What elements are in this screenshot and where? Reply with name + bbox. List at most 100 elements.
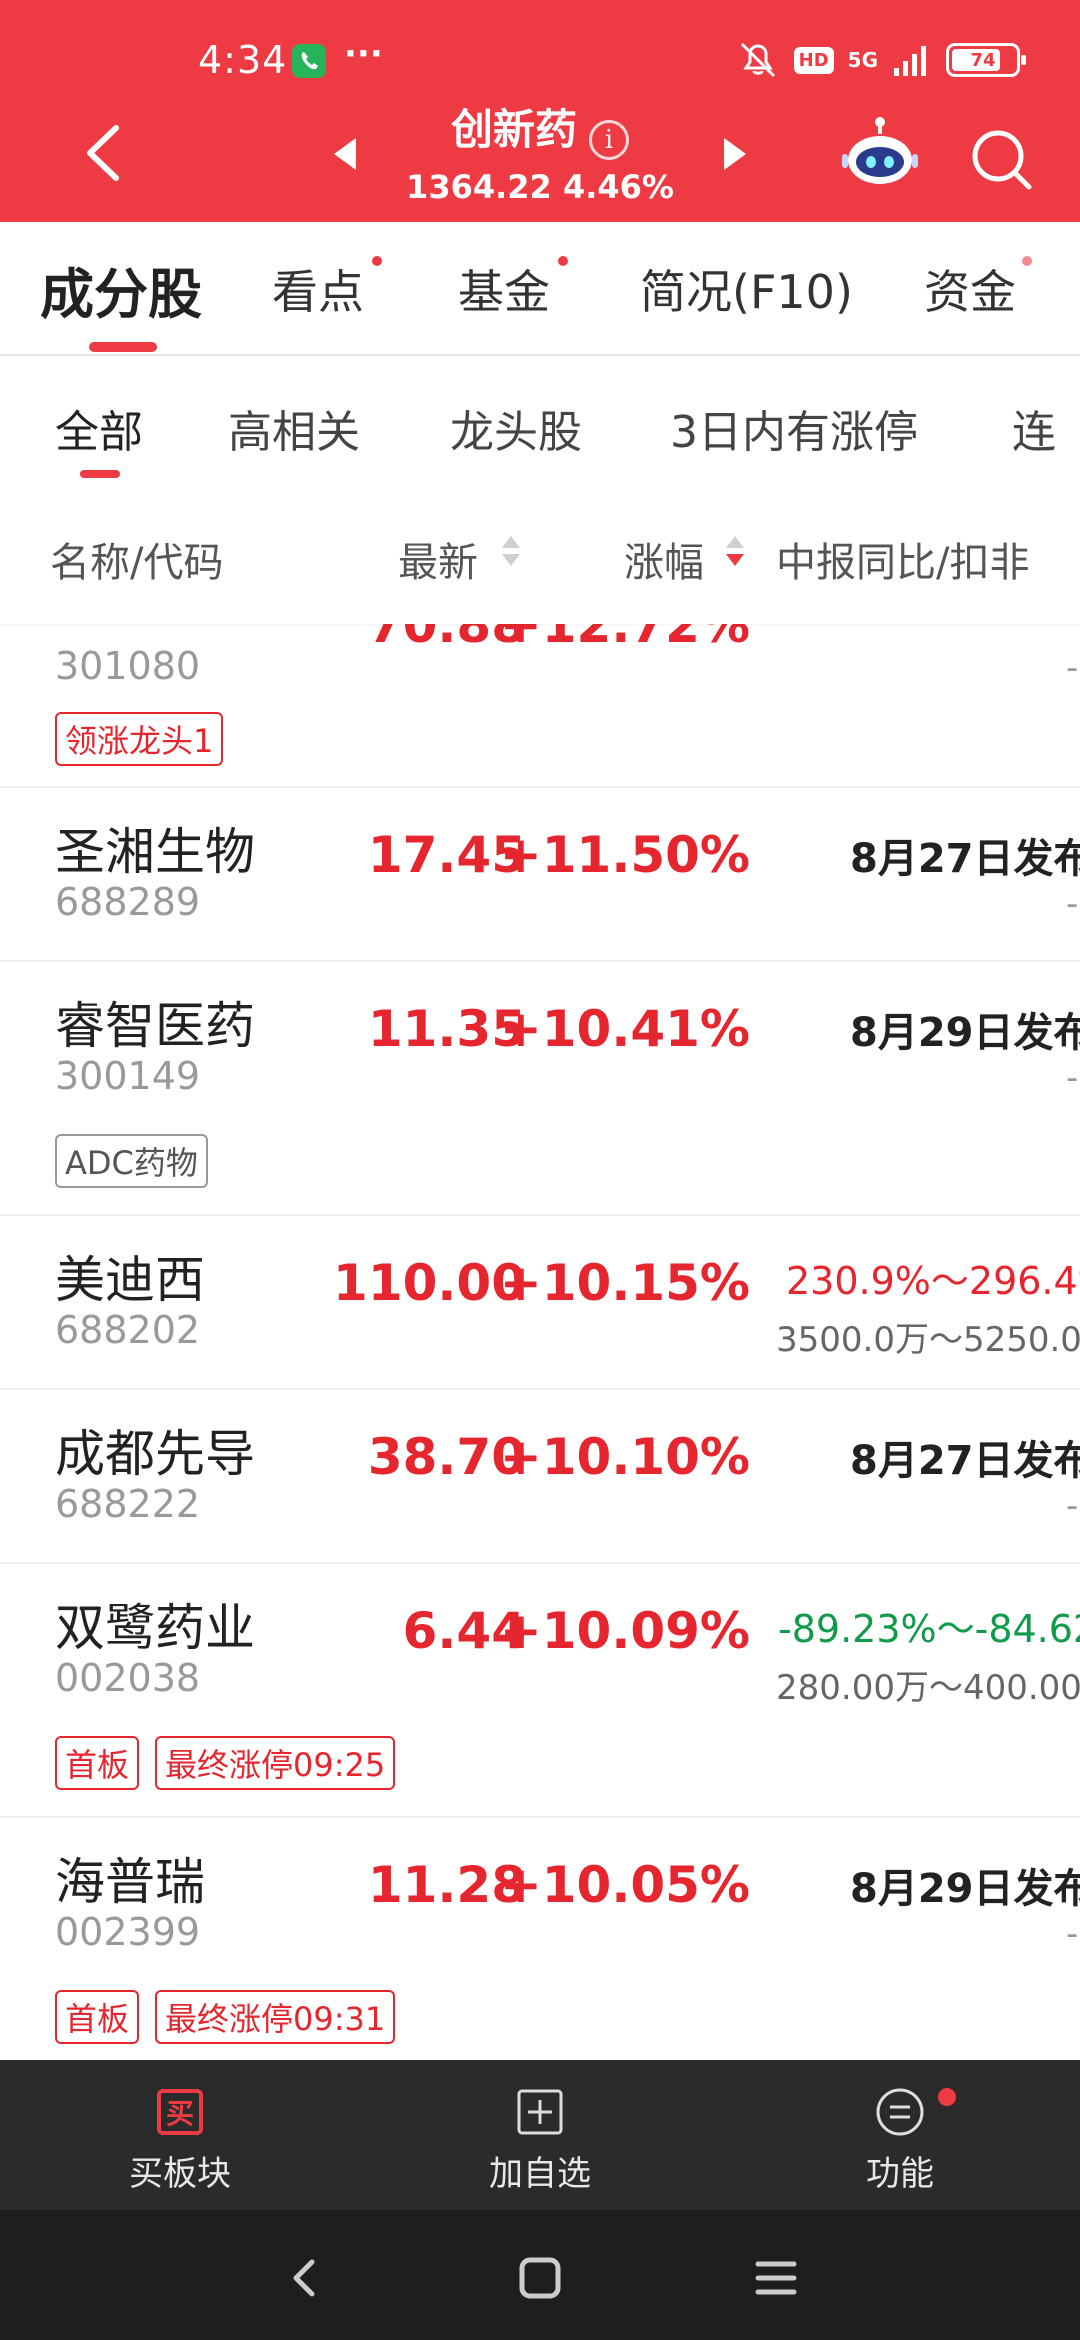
stock-code: 688222 [55, 1482, 201, 1526]
search-icon[interactable] [966, 124, 1036, 194]
table-row[interactable]: 美迪西 688202 110.00 +10.15% 230.9%～296.4% … [0, 1216, 1080, 1390]
functions-label: 功能 [866, 2154, 934, 2194]
stock-list: 70.88 +12.72% 301080 - 领涨龙头1 圣湘生物 688289… [0, 616, 1080, 2060]
battery-icon: 74 [946, 43, 1026, 77]
stock-tag: 首板 [55, 1990, 140, 2044]
stock-change: +10.15% [499, 1254, 750, 1312]
stock-change: +10.05% [499, 1856, 750, 1914]
stock-change: +11.50% [499, 826, 750, 884]
report-date: 8月27日发布 [850, 1438, 1080, 1484]
previous-sector-icon[interactable] [330, 134, 360, 174]
list-top-edge [0, 616, 1080, 624]
stock-name: 美迪西 [55, 1251, 205, 1309]
system-navigation-bar [0, 2210, 1080, 2340]
functions-notification-dot [938, 2088, 956, 2106]
stock-change: +10.41% [499, 1000, 750, 1058]
app-header: 4:34 ··· HD 5G 74 创新药 i 1364.22 4.46% [0, 0, 1080, 222]
signal-icon [894, 46, 926, 76]
col-name-code: 名称/代码 [50, 540, 224, 586]
functions-button[interactable]: 功能 [800, 2086, 1000, 2195]
next-sector-icon[interactable] [720, 134, 750, 174]
sector-index-value: 1364.22 4.46% [406, 168, 674, 206]
system-recents-icon[interactable] [746, 2248, 806, 2308]
report-detail-dash: - [1066, 1914, 1079, 1954]
menu-circle-icon [876, 2088, 924, 2136]
tab-constituents[interactable]: 成分股 [40, 250, 202, 329]
add-watchlist-label: 加自选 [489, 2154, 591, 2194]
sector-title-area[interactable]: 创新药 i [380, 96, 700, 160]
stock-tag: 首板 [55, 1736, 140, 1790]
report-date: 8月27日发布 [850, 836, 1080, 882]
battery-level: 74 [970, 49, 996, 71]
stock-name: 双鹭药业 [55, 1599, 255, 1657]
col-latest-price[interactable]: 最新 [398, 530, 478, 588]
system-home-icon[interactable] [510, 2248, 570, 2308]
stock-code: 688202 [55, 1308, 201, 1352]
tab-funds[interactable]: 基金 [458, 256, 550, 322]
report-profit-range: 3500.0万～5250.0万 [776, 1320, 1080, 1360]
filter-tab-bar: 全部 高相关 龙头股 3日内有涨停 连 [0, 356, 1080, 496]
stock-tag: 最终涨停09:25 [155, 1736, 396, 1790]
mute-alarm-icon [740, 42, 775, 78]
phone-call-icon [292, 44, 326, 78]
stock-code: 002399 [55, 1910, 201, 1954]
robot-assistant-icon[interactable] [840, 112, 920, 192]
capital-notification-dot [1022, 256, 1032, 266]
table-row[interactable]: 成都先导 688222 38.70 +10.10% 8月27日发布 - [0, 1390, 1080, 1564]
column-fade-overlay [1030, 496, 1080, 616]
report-detail-dash: - [1066, 648, 1079, 688]
filter-leaders[interactable]: 龙头股 [450, 396, 582, 460]
col-interim-report[interactable]: 中报同比/扣非 [776, 530, 1029, 588]
status-icons: HD 5G 74 [736, 40, 1026, 80]
buy-sector-button[interactable]: 买 买板块 [80, 2086, 280, 2195]
tab-f10-overview[interactable]: 简况(F10) [640, 256, 853, 322]
filter-all[interactable]: 全部 [55, 396, 143, 460]
buy-sector-label: 买板块 [129, 2154, 231, 2194]
tab-capital[interactable]: 资金 [924, 256, 1016, 322]
tab-highlights[interactable]: 看点 [272, 256, 364, 322]
table-row[interactable]: 双鹭药业 002038 6.44 +10.09% -89.23%～-84.62%… [0, 1564, 1080, 1818]
stock-code: 002038 [55, 1656, 201, 1700]
table-row[interactable]: 睿智医药 300149 11.35 +10.41% 8月29日发布 - ADC药… [0, 962, 1080, 1216]
filter-limit-up-3days[interactable]: 3日内有涨停 [670, 396, 918, 460]
info-icon[interactable]: i [589, 119, 629, 160]
stock-tag: 领涨龙头1 [55, 712, 224, 766]
report-detail-dash: - [1066, 884, 1079, 924]
stock-name: 成都先导 [55, 1425, 255, 1483]
highlights-notification-dot [372, 256, 382, 266]
report-detail-dash: - [1066, 1058, 1079, 1098]
report-growth-range: -89.23%～-84.62% [778, 1607, 1080, 1651]
table-row[interactable]: 圣湘生物 688289 17.45 +11.50% 8月27日发布 - [0, 788, 1080, 962]
stock-change: +10.09% [499, 1602, 750, 1660]
table-row[interactable]: 70.88 +12.72% 301080 - 领涨龙头1 [0, 616, 1080, 788]
stock-name: 圣湘生物 [55, 823, 255, 881]
add-square-icon [517, 2089, 563, 2135]
active-filter-indicator [80, 470, 120, 478]
add-watchlist-button[interactable]: 加自选 [440, 2086, 640, 2195]
system-back-icon[interactable] [274, 2248, 334, 2308]
stock-code: 688289 [55, 880, 201, 924]
stock-tag: ADC药物 [55, 1134, 208, 1188]
filter-consecutive[interactable]: 连 [1012, 396, 1056, 460]
stock-price: 110.00 [333, 1254, 526, 1312]
sector-title: 创新药 [450, 105, 577, 154]
report-profit-range: 280.00万～400.00万 [776, 1668, 1080, 1708]
report-date: 8月29日发布 [850, 1010, 1080, 1056]
sort-descending-icon[interactable] [724, 532, 746, 572]
stock-name: 睿智医药 [55, 997, 255, 1055]
stock-tag: 最终涨停09:31 [155, 1990, 396, 2044]
active-tab-indicator [89, 342, 157, 352]
buy-icon: 买 [157, 2089, 203, 2135]
col-change-pct[interactable]: 涨幅 [624, 530, 704, 588]
report-date: 8月29日发布 [850, 1866, 1080, 1912]
sort-neutral-icon[interactable] [500, 532, 522, 572]
stock-code: 300149 [55, 1054, 201, 1098]
table-row[interactable]: 海普瑞 002399 11.28 +10.05% 8月29日发布 - 首板 最终… [0, 1818, 1080, 2060]
filter-high-correlation[interactable]: 高相关 [228, 396, 360, 460]
stock-name: 海普瑞 [55, 1853, 205, 1911]
stock-change: +10.10% [499, 1428, 750, 1486]
back-arrow-icon[interactable] [72, 118, 132, 188]
report-detail-dash: - [1066, 1486, 1079, 1526]
stock-code: 301080 [55, 644, 201, 688]
report-growth-range: 230.9%～296.4% [786, 1259, 1080, 1303]
